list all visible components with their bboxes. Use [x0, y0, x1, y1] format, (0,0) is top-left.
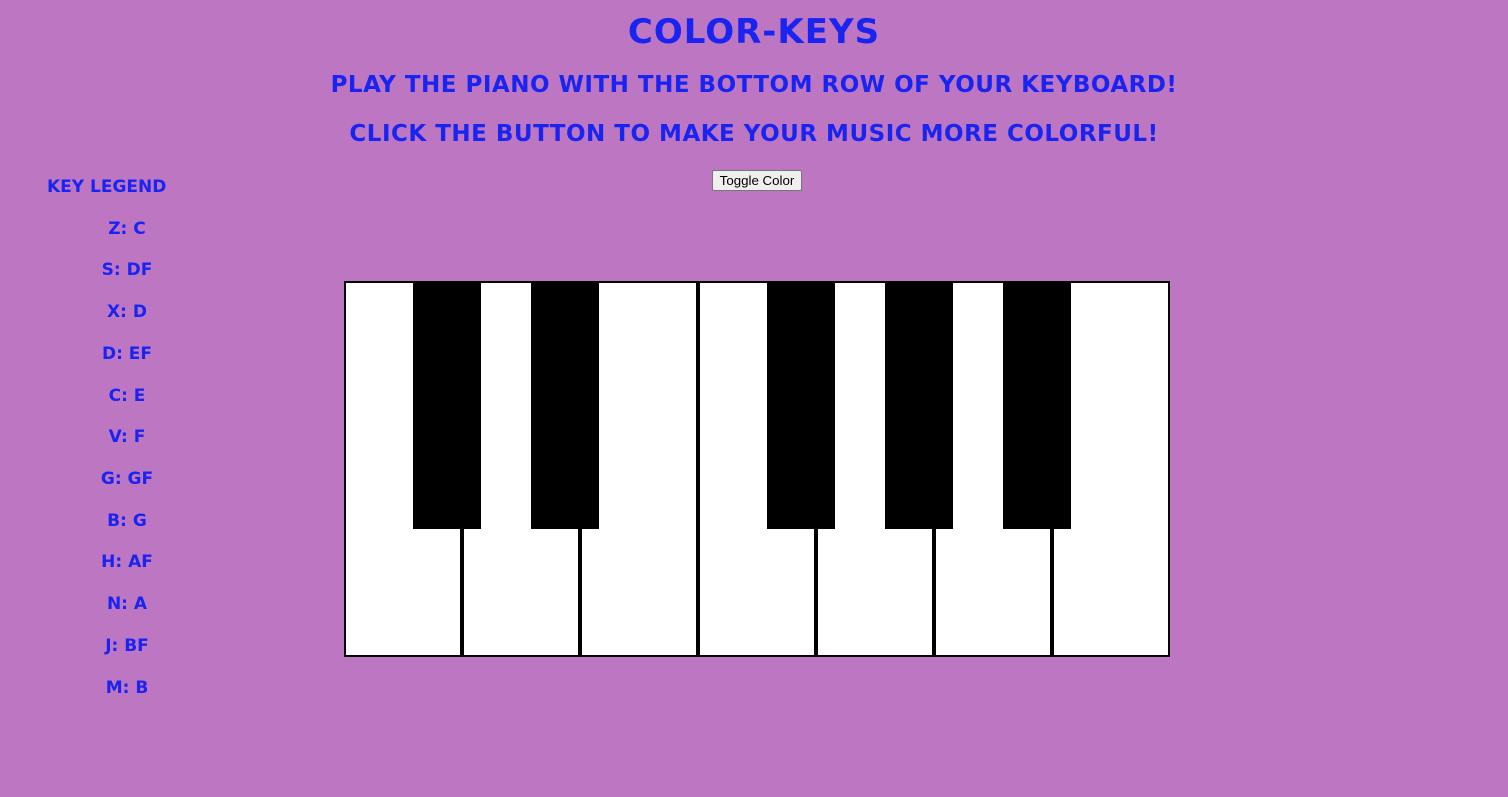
- black-key-ef[interactable]: [531, 281, 599, 529]
- legend-item-g: G: GF: [100, 469, 154, 489]
- legend-item-j: J: BF: [105, 636, 149, 656]
- piano-keyboard: [344, 281, 1170, 657]
- legend-title: Key Legend: [47, 177, 167, 197]
- legend-item-z: Z: C: [108, 219, 146, 239]
- black-key-gf[interactable]: [767, 281, 835, 529]
- legend-item-b: B: G: [107, 511, 147, 531]
- legend-item-m: M: B: [105, 678, 149, 698]
- legend-item-d: D: EF: [101, 344, 153, 364]
- toggle-color-button[interactable]: Toggle Color: [712, 170, 802, 191]
- legend-item-c: C: E: [108, 386, 146, 406]
- black-key-df[interactable]: [413, 281, 481, 529]
- instruction-color: Click the button to make your music more…: [349, 121, 1159, 147]
- black-key-bf[interactable]: [1003, 281, 1071, 529]
- legend-item-n: N: A: [106, 594, 148, 614]
- legend-item-v: V: F: [108, 427, 146, 447]
- black-key-af[interactable]: [885, 281, 953, 529]
- page-title: Color-Keys: [627, 12, 881, 52]
- instruction-play: Play the piano with the bottom row of yo…: [330, 72, 1178, 98]
- legend-item-s: S: DF: [101, 260, 153, 280]
- legend-item-h: H: AF: [101, 552, 153, 572]
- legend-item-x: X: D: [107, 302, 147, 322]
